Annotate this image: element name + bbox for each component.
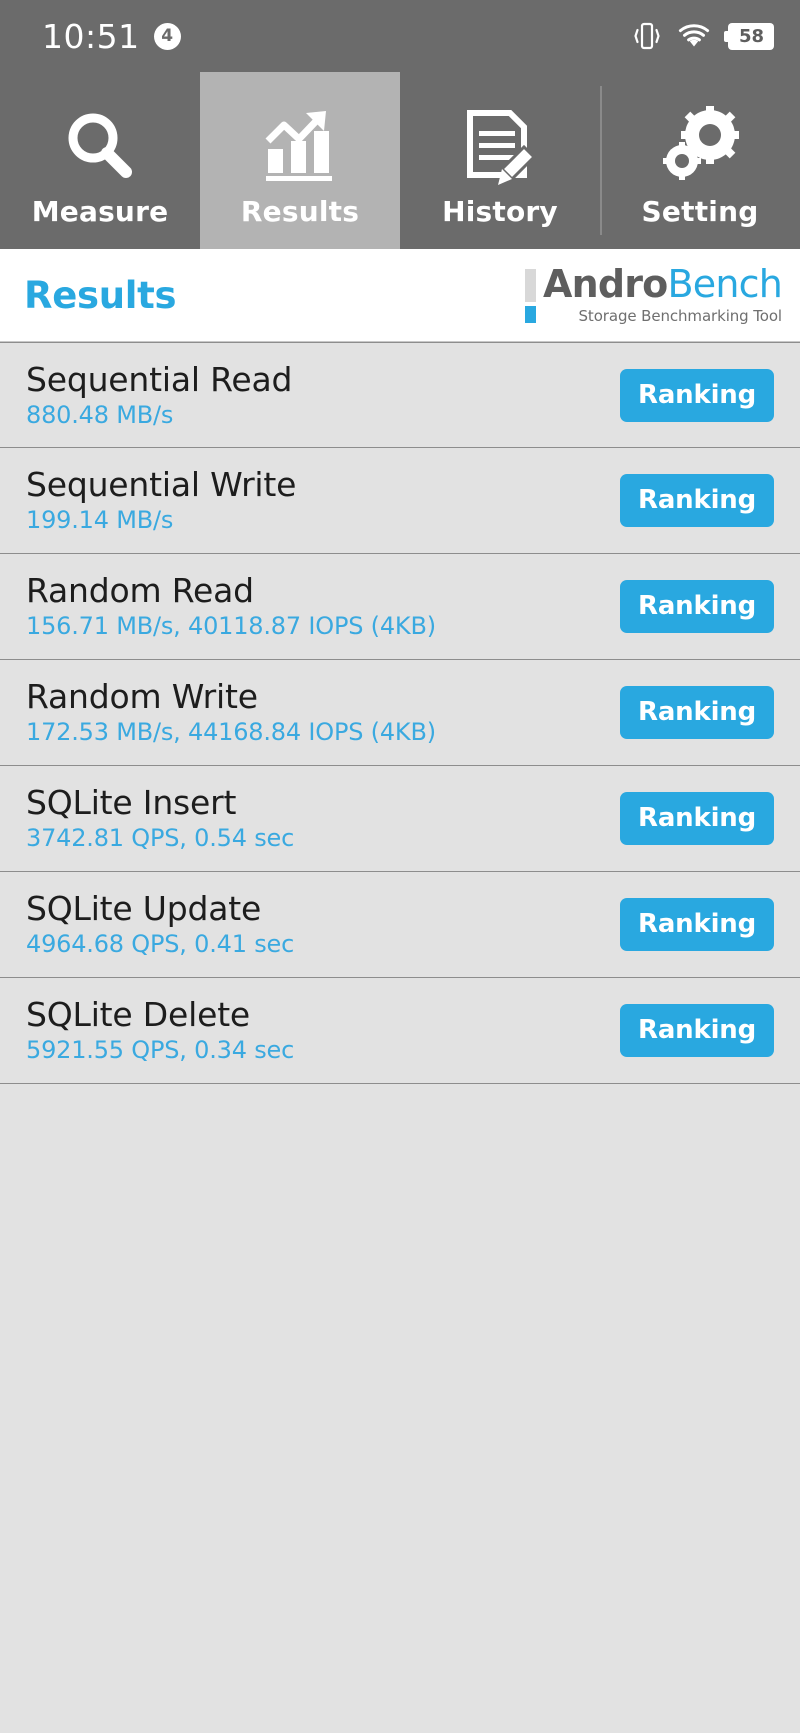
result-value: 199.14 MB/s <box>26 506 174 535</box>
result-texts: Sequential Write 199.14 MB/s <box>26 467 296 533</box>
results-list: Sequential Read 880.48 MB/s Ranking Sequ… <box>0 342 800 1084</box>
document-pencil-icon <box>458 105 542 189</box>
brand-bars-icon <box>524 265 536 324</box>
list-empty-area <box>0 1084 800 1733</box>
result-texts: SQLite Update 4964.68 QPS, 0.41 sec <box>26 891 294 957</box>
ranking-button[interactable]: Ranking <box>620 1004 774 1057</box>
status-bar: 10:51 4 58 <box>0 0 800 72</box>
result-title: SQLite Delete <box>26 995 251 1035</box>
table-row[interactable]: Sequential Read 880.48 MB/s Ranking <box>0 342 800 448</box>
result-texts: Sequential Read 880.48 MB/s <box>26 362 292 428</box>
brand-name: AndroBench <box>542 262 783 307</box>
result-title: SQLite Update <box>26 889 262 929</box>
battery-level-label: 58 <box>738 25 765 47</box>
result-value: 5921.55 QPS, 0.34 sec <box>26 1036 295 1065</box>
result-value: 880.48 MB/s <box>26 400 174 429</box>
tab-history[interactable]: History <box>400 72 600 249</box>
status-bar-left: 10:51 4 <box>42 17 181 56</box>
magnifier-icon <box>58 105 142 189</box>
tab-measure[interactable]: Measure <box>0 72 200 249</box>
result-title: Sequential Write <box>26 465 297 505</box>
vibrate-icon <box>634 21 660 51</box>
result-value: 4964.68 QPS, 0.41 sec <box>26 930 295 959</box>
page-title: Results <box>24 273 177 317</box>
app-header: Results AndroBench Storage Benchmarking … <box>0 249 800 342</box>
main-tab-bar: Measure Results History Setting <box>0 72 800 249</box>
result-value: 172.53 MB/s, 44168.84 IOPS (4KB) <box>26 718 436 747</box>
status-bar-right: 58 <box>634 21 774 51</box>
battery-icon: 58 <box>724 22 774 50</box>
ranking-button[interactable]: Ranking <box>620 686 774 739</box>
table-row[interactable]: SQLite Delete 5921.55 QPS, 0.34 sec Rank… <box>0 978 800 1084</box>
brand-text: AndroBench Storage Benchmarking Tool <box>542 262 783 325</box>
tab-results[interactable]: Results <box>200 72 400 249</box>
brand-name-secondary: Bench <box>667 262 782 307</box>
table-row[interactable]: SQLite Insert 3742.81 QPS, 0.54 sec Rank… <box>0 766 800 872</box>
result-title: SQLite Insert <box>26 783 237 823</box>
notification-count-badge: 4 <box>153 22 181 50</box>
tab-setting[interactable]: Setting <box>600 72 800 249</box>
result-texts: SQLite Insert 3742.81 QPS, 0.54 sec <box>26 785 294 851</box>
bar-chart-icon <box>258 105 342 189</box>
table-row[interactable]: SQLite Update 4964.68 QPS, 0.41 sec Rank… <box>0 872 800 978</box>
ranking-button[interactable]: Ranking <box>620 792 774 845</box>
table-row[interactable]: Sequential Write 199.14 MB/s Ranking <box>0 448 800 554</box>
result-value: 156.71 MB/s, 40118.87 IOPS (4KB) <box>26 612 436 641</box>
tab-setting-label: Setting <box>641 195 759 228</box>
result-value: 3742.81 QPS, 0.54 sec <box>26 824 295 853</box>
tab-measure-label: Measure <box>31 195 169 228</box>
result-texts: SQLite Delete 5921.55 QPS, 0.34 sec <box>26 997 294 1063</box>
result-texts: Random Write 172.53 MB/s, 44168.84 IOPS … <box>26 679 436 745</box>
table-row[interactable]: Random Write 172.53 MB/s, 44168.84 IOPS … <box>0 660 800 766</box>
brand-logo: AndroBench Storage Benchmarking Tool <box>524 262 783 325</box>
status-clock: 10:51 <box>42 16 140 56</box>
result-title: Sequential Read <box>26 359 293 399</box>
ranking-button[interactable]: Ranking <box>620 368 774 422</box>
gears-icon <box>658 105 742 189</box>
result-texts: Random Read 156.71 MB/s, 40118.87 IOPS (… <box>26 573 436 639</box>
tab-results-label: Results <box>240 195 360 228</box>
ranking-button[interactable]: Ranking <box>620 898 774 951</box>
ranking-button[interactable]: Ranking <box>620 580 774 633</box>
result-title: Random Read <box>26 571 254 611</box>
ranking-button[interactable]: Ranking <box>620 474 774 527</box>
result-title: Random Write <box>26 677 258 717</box>
table-row[interactable]: Random Read 156.71 MB/s, 40118.87 IOPS (… <box>0 554 800 660</box>
brand-name-primary: Andro <box>542 262 668 307</box>
brand-tagline: Storage Benchmarking Tool <box>578 306 783 325</box>
app-screen: 10:51 4 58 Measure Results History Setti… <box>0 0 800 1733</box>
tab-history-label: History <box>442 195 558 228</box>
wifi-icon <box>677 23 711 49</box>
